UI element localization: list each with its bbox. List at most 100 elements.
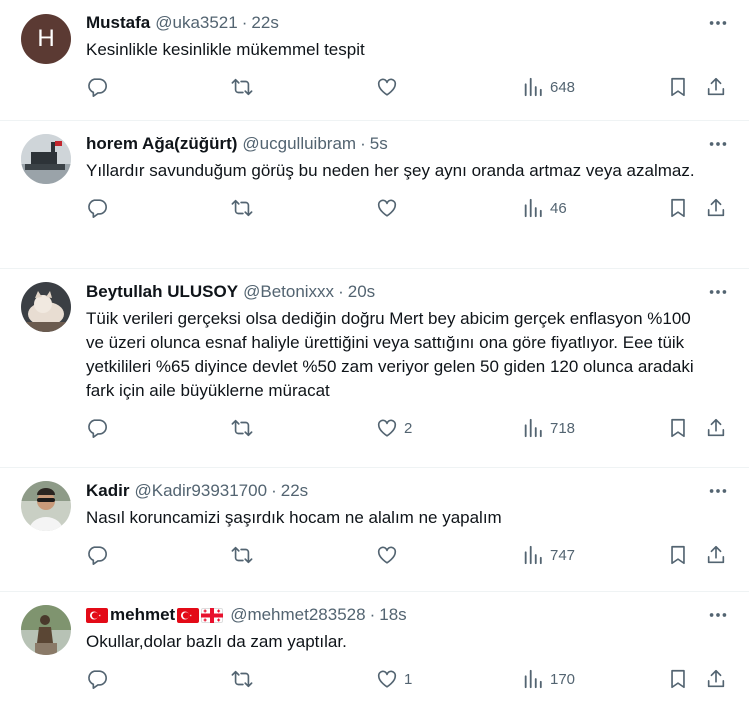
reply-feed: H Mustafa @uka3521 · 22s Kesinlikle kesi… (0, 0, 749, 709)
analytics-icon (524, 77, 542, 97)
user-name[interactable]: mehmet (110, 604, 175, 626)
like-button[interactable]: 1 (376, 668, 412, 690)
analytics-icon (524, 669, 542, 689)
user-name[interactable]: Kadir (86, 480, 129, 502)
like-button[interactable] (376, 197, 404, 219)
share-button[interactable] (705, 417, 727, 439)
tweet[interactable]: horem Ağa(züğürt) @ucgulluibram · 5s Yıl… (0, 121, 749, 269)
heart-icon (377, 199, 397, 217)
analytics-icon (524, 545, 542, 565)
view-count: 170 (550, 670, 576, 688)
user-handle[interactable]: @uka3521 (155, 12, 238, 34)
user-handle[interactable]: @Betonixxx (243, 281, 334, 303)
view-count: 648 (550, 78, 576, 96)
tweet-actions: 2 718 (86, 409, 733, 457)
tweet[interactable]: mehmet @mehmet283528 · 18s Okullar,dolar… (0, 592, 749, 709)
share-icon (707, 669, 725, 688)
share-icon (707, 77, 725, 96)
bookmark-icon (671, 77, 685, 97)
user-name[interactable]: Beytullah ULUSOY (86, 281, 238, 303)
user-name[interactable]: Mustafa (86, 12, 150, 34)
timestamp[interactable]: 22s (281, 480, 308, 502)
more-options-button[interactable] (707, 133, 729, 155)
user-handle[interactable]: @ucgulluibram (242, 133, 356, 155)
share-button[interactable] (705, 668, 727, 690)
retweet-icon (231, 670, 253, 688)
avatar[interactable] (21, 282, 71, 332)
reply-button[interactable] (86, 544, 114, 566)
share-button[interactable] (705, 197, 727, 219)
views-button[interactable]: 718 (522, 417, 575, 439)
ship-icon (21, 134, 71, 184)
bookmark-button[interactable] (667, 417, 689, 439)
more-options-button[interactable] (707, 604, 729, 626)
retweet-button[interactable] (231, 417, 259, 439)
bookmark-button[interactable] (667, 197, 689, 219)
user-handle[interactable]: @Kadir93931700 (134, 480, 267, 502)
retweet-button[interactable] (231, 76, 259, 98)
more-options-button[interactable] (707, 281, 729, 303)
reply-button[interactable] (86, 197, 114, 219)
separator-dot: · (360, 134, 366, 153)
reply-icon (88, 419, 107, 438)
tweet-header: Kadir @Kadir93931700 · 22s (86, 480, 733, 502)
user-handle[interactable]: @mehmet283528 (230, 604, 365, 626)
reply-icon (88, 546, 107, 565)
person-icon (21, 481, 71, 531)
share-icon (707, 418, 725, 437)
heart-icon (377, 670, 397, 688)
retweet-icon (231, 546, 253, 564)
retweet-icon (231, 78, 253, 96)
share-icon (707, 198, 725, 217)
avatar[interactable] (21, 605, 71, 655)
share-button[interactable] (705, 76, 727, 98)
separator-dot: · (369, 605, 376, 624)
views-button[interactable]: 46 (522, 197, 567, 219)
bookmark-icon (671, 418, 685, 438)
separator-dot: · (271, 481, 277, 500)
avatar[interactable] (21, 481, 71, 531)
more-options-button[interactable] (707, 12, 729, 34)
bookmark-icon (671, 198, 685, 218)
share-button[interactable] (705, 544, 727, 566)
tweet-header: Beytullah ULUSOY @Betonixxx · 20s (86, 281, 733, 303)
retweet-button[interactable] (231, 544, 259, 566)
retweet-button[interactable] (231, 197, 259, 219)
user-name[interactable]: horem Ağa(züğürt) (86, 133, 237, 155)
cat-icon (21, 282, 71, 332)
tweet-header: horem Ağa(züğürt) @ucgulluibram · 5s (86, 133, 733, 155)
avatar-letter: H (37, 25, 55, 52)
timestamp[interactable]: 5s (370, 133, 388, 155)
bookmark-button[interactable] (667, 544, 689, 566)
analytics-icon (524, 418, 542, 438)
bookmark-icon (671, 545, 685, 565)
reply-button[interactable] (86, 668, 114, 690)
timestamp[interactable]: 22s (251, 12, 278, 34)
views-button[interactable]: 747 (522, 544, 575, 566)
timestamp[interactable]: 18s (379, 604, 406, 626)
tweet[interactable]: H Mustafa @uka3521 · 22s Kesinlikle kesi… (0, 0, 749, 121)
retweet-icon (231, 199, 253, 217)
avatar[interactable]: H (21, 14, 71, 64)
turkey-flag-icon (177, 607, 200, 623)
reply-button[interactable] (86, 417, 114, 439)
turkey-flag-icon (86, 607, 108, 623)
bookmark-button[interactable] (667, 76, 689, 98)
more-options-button[interactable] (707, 480, 729, 502)
like-button[interactable] (376, 76, 404, 98)
tweet[interactable]: Kadir @Kadir93931700 · 22s Nasıl korunca… (0, 468, 749, 592)
reply-button[interactable] (86, 76, 114, 98)
views-button[interactable]: 170 (522, 668, 575, 690)
tweet-header: Mustafa @uka3521 · 22s (86, 12, 733, 34)
reply-icon (88, 199, 107, 218)
avatar[interactable] (21, 134, 71, 184)
timestamp[interactable]: 20s (348, 281, 375, 303)
views-button[interactable]: 648 (522, 76, 575, 98)
tweet-actions: 1 170 (86, 660, 733, 708)
tweet-text: Tüik verileri gerçeksi olsa dediğin doğr… (86, 309, 694, 400)
tweet[interactable]: Beytullah ULUSOY @Betonixxx · 20s Tüik v… (0, 269, 749, 468)
like-button[interactable] (376, 544, 404, 566)
retweet-button[interactable] (231, 668, 259, 690)
bookmark-button[interactable] (667, 668, 689, 690)
like-button[interactable]: 2 (376, 417, 412, 439)
